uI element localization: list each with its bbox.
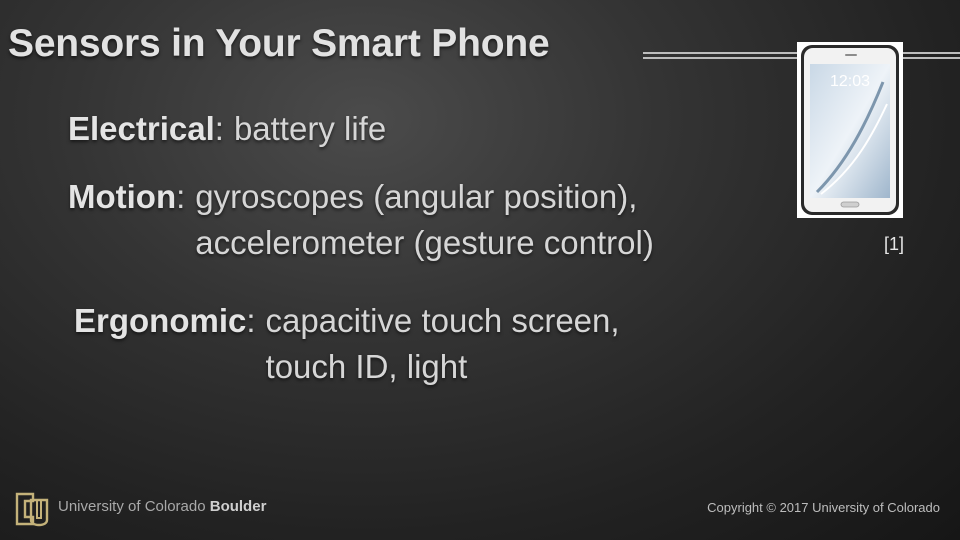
university-campus: Boulder: [209, 498, 267, 515]
smartphone-icon: 12:03: [801, 45, 899, 215]
bullet-term: Motion: [68, 178, 177, 215]
bullet-line: capacitive touch screen,: [265, 302, 620, 339]
university-prefix: University of Colorado: [58, 498, 206, 515]
cu-logo-icon: [13, 490, 51, 528]
bullet-ergonomic: Ergonomic: capacitive touch screen, touc…: [74, 298, 620, 390]
bullet-description: battery life: [234, 106, 386, 152]
slide-title: Sensors in Your Smart Phone: [8, 22, 550, 65]
bullet-line: battery life: [233, 110, 387, 147]
bullet-term: Electrical: [68, 110, 215, 147]
bullet-electrical: Electrical: battery life: [68, 106, 386, 152]
phone-clock-text: 12:03: [830, 73, 870, 90]
image-reference-label: [1]: [884, 234, 905, 254]
bullet-motion: Motion: gyroscopes (angular position), a…: [68, 174, 654, 266]
bullet-line: touch ID, light: [265, 348, 468, 385]
bullet-line: gyroscopes (angular position),: [195, 178, 638, 215]
bullet-description: capacitive touch screen, touch ID, light: [266, 298, 620, 390]
university-name: University of Colorado Boulder: [58, 498, 266, 515]
bullet-term: Ergonomic: [74, 302, 247, 339]
bullet-line: accelerometer (gesture control): [195, 224, 654, 261]
copyright-notice: Copyright © 2017 University of Colorado: [707, 500, 940, 515]
bullet-description: gyroscopes (angular position), accelerom…: [195, 174, 654, 266]
smartphone-image: 12:03: [797, 42, 903, 218]
